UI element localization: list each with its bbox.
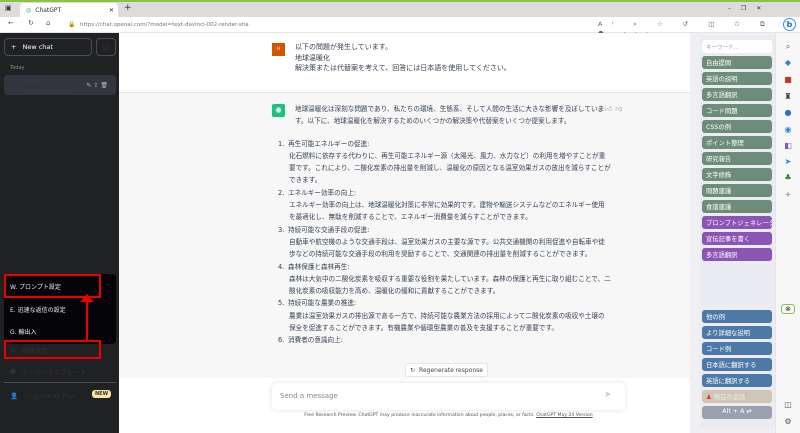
chat-history-item[interactable]: ▭ 地球温暖化対策 ✎⇪🗑 [4, 75, 116, 95]
solution-item: 4. 森林保護と森林再生: 森林は大気中の二酸化炭素を吸収する重要な役割を果たしてい… [278, 262, 611, 296]
chat-bubble-icon: ▭ [10, 81, 17, 89]
tools-icon[interactable]: ■ [781, 75, 795, 84]
solutions-list: 1. 再生可能エネルギーの促進: 化石燃料に依存する代わりに、再生可能エネルギー源（… [278, 138, 611, 347]
prompt-button-green[interactable]: CSSの例 [702, 120, 772, 133]
plus-icon: + [11, 43, 17, 51]
menu-item-import-export[interactable]: G. 輸出入 [10, 327, 36, 336]
solution-item: 3. 持続可能な交通手段の促進: 自動車や航空機のような交通手段は、温室効果ガスの主… [278, 225, 605, 259]
back-icon[interactable]: ← [8, 19, 14, 27]
chat-title: 地球温暖化対策 [21, 82, 67, 90]
solution-item: 2. エネルギー効率の向上: エネルギー効率の向上は、地球温暖化対策に非常に効果的で… [278, 188, 605, 222]
super-template-button[interactable]: ● スーパーテンプレート [10, 366, 86, 376]
prompt-button-green[interactable]: 自由提問 [702, 56, 772, 69]
new-chat-button[interactable]: + New chat [4, 38, 92, 56]
send-icon[interactable]: ➤ [604, 390, 612, 400]
regenerate-button[interactable]: ↻ Regenerate response [405, 363, 488, 377]
shortcut-button[interactable]: Alt + A ⇄ [702, 406, 772, 419]
send-icon-edge[interactable]: ➤ [781, 157, 795, 166]
prompt-button-green[interactable]: 問題建議 [702, 184, 772, 197]
prompt-button-green[interactable]: 文字修飾 [702, 168, 772, 181]
user-avatar: H [272, 43, 285, 56]
outlook-icon[interactable]: ◉ [781, 125, 795, 134]
extension-icon[interactable]: ⊗ [781, 304, 795, 314]
followup-button[interactable]: コード例 [702, 342, 772, 355]
upgrade-button[interactable]: 👤 Upgrade to Plus [10, 392, 76, 400]
sidebar-toggle-icon[interactable]: ◫ [96, 38, 116, 56]
prompt-button-purple[interactable]: 多言語翻訳 [702, 248, 772, 261]
sidebar-layout-icon[interactable]: ◫ [781, 400, 795, 409]
add-icon[interactable]: + [781, 190, 795, 199]
new-badge: NEW [92, 390, 112, 398]
close-tab-icon[interactable]: ✕ [109, 7, 114, 14]
browser-tab[interactable]: ◎ ChatGPT ✕ [20, 3, 118, 17]
menu-item-quick-reply-settings[interactable]: E. 迅速な返信の設定 [10, 305, 66, 314]
settings-gear-icon[interactable]: ⚙ [781, 417, 795, 426]
annotation-arrow [86, 300, 88, 341]
url-field[interactable]: https://chat.openai.com/?model=text-davi… [80, 19, 249, 32]
swap-icon: ⇄ [746, 408, 752, 415]
tab-title: ChatGPT [35, 6, 62, 14]
prompt-button-green[interactable]: 多言語翻訳 [702, 88, 772, 101]
solution-item: 6. 消費者の意識向上: [278, 336, 343, 345]
pin-icon: ♟ [706, 394, 712, 401]
refresh-icon: ↻ [410, 366, 416, 374]
keyword-search-input[interactable]: キーワード... [702, 40, 772, 53]
designer-icon[interactable]: ◧ [781, 141, 795, 150]
shopping-icon[interactable]: ◆ [781, 58, 795, 67]
chatgpt-favicon-icon: ◎ [26, 6, 32, 14]
regenerate-label: Regenerate response [419, 366, 483, 374]
followup-button[interactable]: 日本語に翻訳する [702, 358, 772, 371]
prompt-button-purple[interactable]: プロンプトジェネレーター [702, 216, 772, 229]
followup-button[interactable]: より詳細な説明 [702, 326, 772, 339]
refresh-icon[interactable]: ↻ [28, 19, 34, 27]
user-icon: 👤 [10, 392, 19, 400]
prompt-button-purple[interactable]: 宣伝記事を書く [702, 232, 772, 245]
footer-disclaimer: Free Research Preview. ChatGPT may produ… [304, 413, 593, 418]
home-icon[interactable]: ⌂ [46, 19, 50, 27]
version-link[interactable]: ChatGPT May 24 Version [536, 413, 593, 418]
thumbs-down-icon: 👎︎ [615, 105, 626, 113]
highlight-box-related-settings [4, 340, 101, 359]
prompt-button-green[interactable]: ポイント整理 [702, 136, 772, 149]
prompt-button-green[interactable]: コード問題 [702, 104, 772, 117]
current-chat-button[interactable]: ♟ 現在の会話 [702, 390, 772, 403]
new-tab-icon[interactable]: + [124, 3, 132, 13]
games-icon[interactable]: ♜ [781, 92, 795, 101]
prompt-button-green[interactable]: 英語の説明 [702, 72, 772, 85]
tab-actions-icon[interactable]: ▣ [5, 4, 12, 12]
new-chat-label: New chat [22, 43, 53, 51]
chatgpt-logo-icon: ✺ [272, 104, 285, 117]
annotation-arrowhead [80, 294, 94, 302]
today-label: Today [10, 65, 25, 71]
window-controls[interactable]: –❐✕ [728, 5, 771, 12]
prompt-button-green[interactable]: 研究報告 [702, 152, 772, 165]
bing-icon[interactable]: b [783, 18, 796, 31]
prompt-button-green[interactable]: 食譜建議 [702, 200, 772, 213]
followup-button[interactable]: 他の例 [702, 310, 772, 323]
solution-item: 5. 持続可能な農業の推進: 農業は温室効果ガスの排出源である一方で、持続可能な農業… [278, 299, 605, 333]
user-message-text: 以下の問題が発生しています。 地球温暖化 解決策または代替案を考えて、回答には日本語… [295, 43, 511, 72]
tree-icon[interactable]: ♣ [781, 173, 795, 182]
template-icon: ● [10, 367, 16, 375]
followup-button[interactable]: 英語に翻訳する [702, 374, 772, 387]
search-icon[interactable]: ⌕ [781, 42, 795, 52]
tab-bar [0, 0, 800, 17]
upgrade-label: Upgrade to Plus [24, 392, 76, 400]
office-icon[interactable]: ● [781, 108, 795, 117]
lock-icon: 🔒 [68, 21, 76, 28]
super-template-label: スーパーテンプレート [21, 368, 87, 376]
assistant-message-text: 地球温暖化は深刻な問題であり、私たちの環境、生態系、そして人間の生活に大きな影響… [278, 103, 611, 347]
delete-icon[interactable]: 🗑 [100, 82, 110, 89]
message-input[interactable]: Send a message [272, 383, 625, 410]
solution-item: 1. 再生可能エネルギーの促進: 化石燃料に依存する代わりに、再生可能エネルギー源（… [278, 139, 611, 185]
sidebar-divider [4, 382, 116, 383]
